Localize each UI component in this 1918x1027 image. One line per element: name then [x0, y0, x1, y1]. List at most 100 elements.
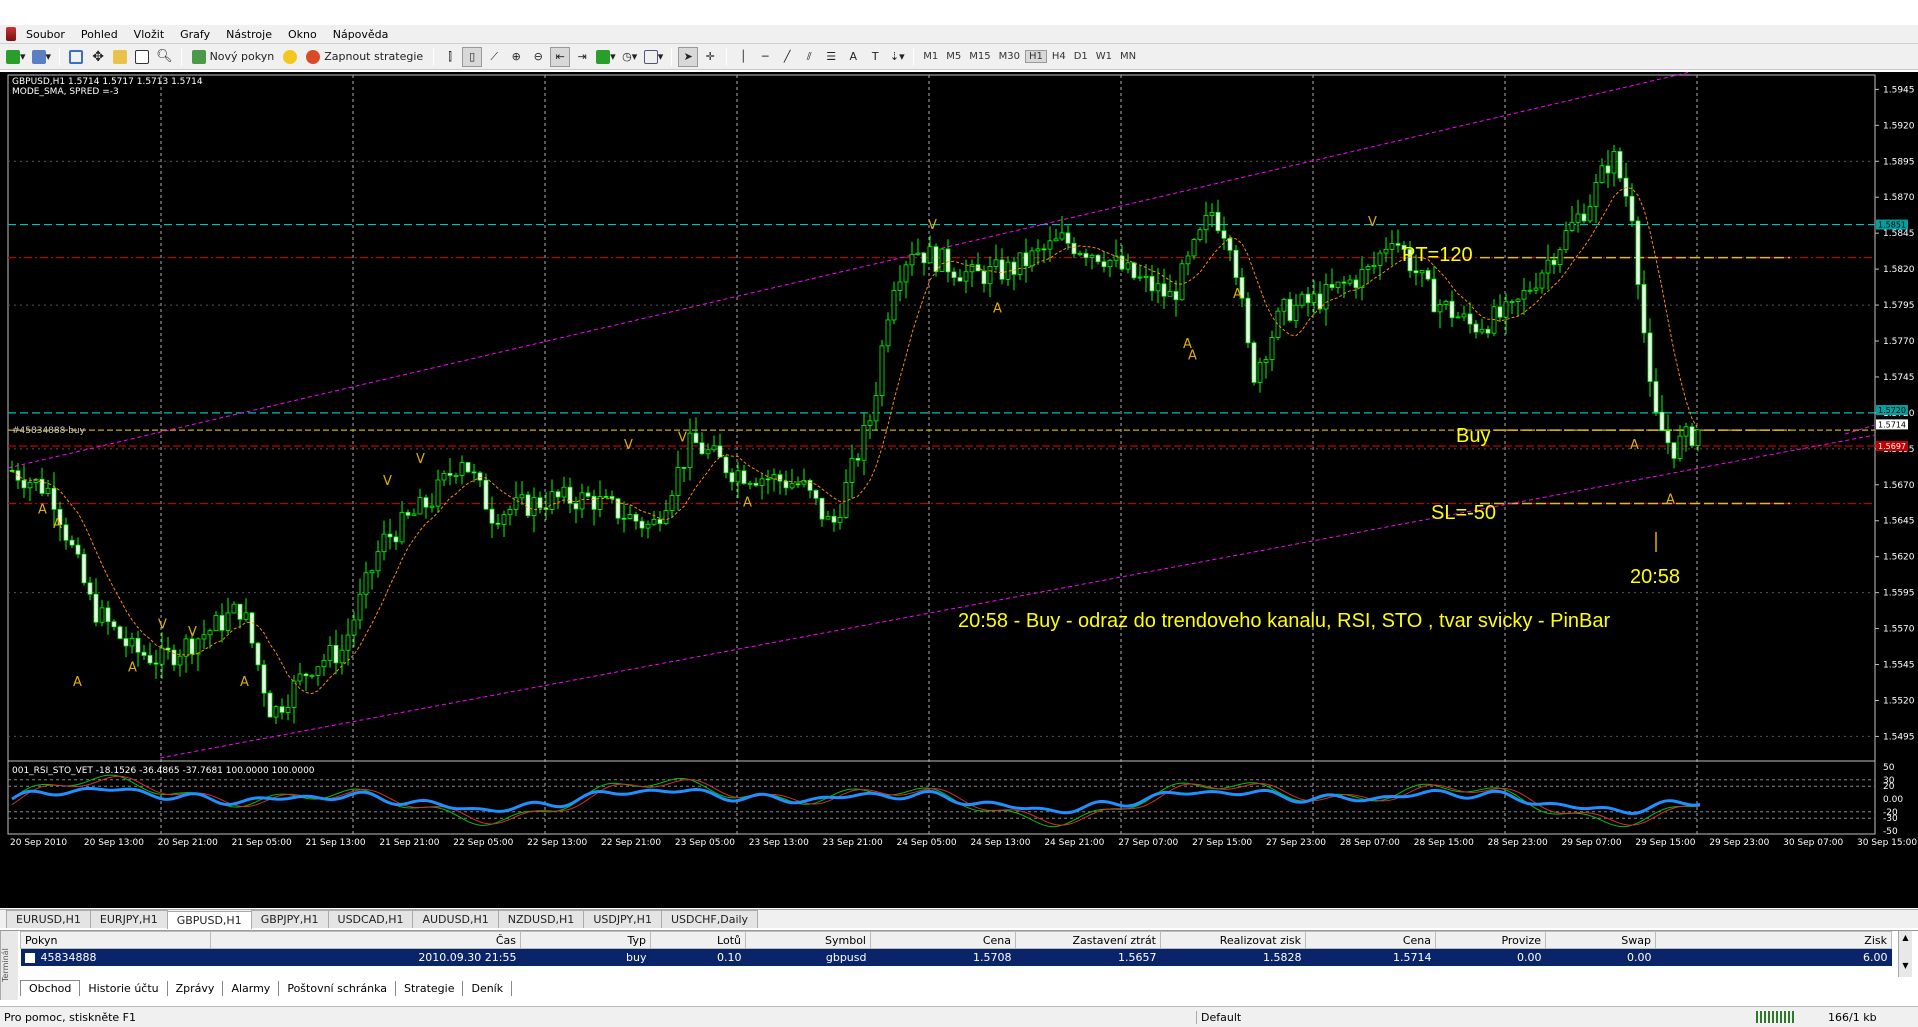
new-chart-icon[interactable]: ▾	[4, 47, 28, 67]
tab-zpravy[interactable]: Zprávy	[168, 980, 224, 996]
menu-pohled[interactable]: Pohled	[73, 28, 126, 41]
cell-order: 45834888	[20, 948, 211, 966]
price-chart[interactable]: 1.5945 1.5920 1.5895 1.5870 1.5845 1.5820 1.57…	[0, 71, 1918, 908]
tab-postovni-schranka[interactable]: Poštovní schránka	[279, 980, 397, 996]
new-order-button[interactable]: Nový pokyn	[188, 47, 279, 67]
col-price[interactable]: Cena	[870, 931, 1016, 949]
col-lots[interactable]: Lotů	[650, 931, 746, 949]
sl-annotation[interactable]: SL=-50	[1431, 502, 1496, 524]
menu-soubor[interactable]: Soubor	[18, 28, 73, 41]
col-order[interactable]: Pokyn	[20, 931, 211, 949]
trade-comment[interactable]: 20:58 - Buy - odraz do trendoveho kanalu…	[958, 610, 1610, 632]
chart-tab-eurjpy[interactable]: EURJPY,H1	[89, 910, 168, 928]
trendline-icon[interactable]: ╱	[777, 47, 797, 67]
chart-tab-usdjpy[interactable]: USDJPY,H1	[583, 910, 662, 928]
col-swap[interactable]: Swap	[1545, 931, 1656, 949]
col-time[interactable]: Čas	[210, 931, 521, 949]
chart-tab-nzdusd[interactable]: NZDUSD,H1	[497, 910, 585, 928]
vertical-line-icon[interactable]: │	[733, 47, 753, 67]
autoscroll-icon[interactable]: ⇥	[572, 47, 592, 67]
table-row[interactable]: 45834888 2010.09.30 21:55 buy 0.10 gbpus…	[20, 948, 1892, 966]
menu-grafy[interactable]: Grafy	[172, 28, 218, 41]
arrows-icon[interactable]: ⇣▾	[887, 47, 907, 67]
timeframe-m15[interactable]: M15	[966, 51, 993, 62]
text-icon[interactable]: A	[843, 47, 863, 67]
terminal-scrollbar[interactable]: ▲ ▼	[1898, 931, 1912, 977]
tab-denik[interactable]: Deník	[463, 980, 513, 996]
col-take-profit[interactable]: Realizovat zisk	[1160, 931, 1306, 949]
menu-nastroje[interactable]: Nástroje	[218, 28, 280, 41]
col-type[interactable]: Typ	[520, 931, 651, 949]
tab-strategie[interactable]: Strategie	[396, 980, 464, 996]
chart-shift-icon[interactable]: ⇤	[550, 46, 571, 67]
chart-tab-eurusd[interactable]: EURUSD,H1	[6, 910, 91, 928]
timeframe-d1[interactable]: D1	[1071, 51, 1091, 62]
col-symbol[interactable]: Symbol	[745, 931, 871, 949]
metaeditor-icon[interactable]	[280, 47, 300, 67]
trend-channel	[7, 71, 1876, 759]
candle-body	[1347, 279, 1353, 284]
time-tick-label: 28 Sep 07:00	[1340, 838, 1400, 848]
candle-body	[879, 345, 885, 396]
candle-body	[117, 626, 123, 639]
timeframe-mn[interactable]: MN	[1117, 51, 1139, 62]
terminal-side-label[interactable]: Terminál	[0, 931, 18, 1000]
bar-chart-icon[interactable]: ⫿	[440, 47, 460, 67]
pt-annotation[interactable]: PT=120	[1402, 244, 1473, 266]
timeframe-h1[interactable]: H1	[1024, 50, 1047, 63]
navigator-icon[interactable]	[110, 47, 130, 67]
chart-tab-usdchf[interactable]: USDCHF,Daily	[660, 910, 759, 928]
timeframe-m5[interactable]: M5	[943, 51, 964, 62]
chart-tab-gbpjpy[interactable]: GBPJPY,H1	[250, 910, 329, 928]
order-line-label[interactable]: #45834888 buy	[12, 426, 86, 436]
time-tick-label: 29 Sep 23:00	[1709, 838, 1769, 848]
timeframe-w1[interactable]: W1	[1093, 51, 1115, 62]
chart-tab-usdcad[interactable]: USDCAD,H1	[327, 910, 414, 928]
channel-icon[interactable]: ⫽	[799, 47, 819, 67]
buy-signal-marker: A	[128, 661, 137, 676]
status-traffic: 166/1 kb	[1828, 1010, 1877, 1024]
menu-vlozit[interactable]: Vložit	[126, 28, 172, 41]
time-annotation[interactable]: 20:58	[1630, 566, 1680, 588]
zoom-out-icon[interactable]: ⊖	[528, 47, 548, 67]
chart-tab-audusd[interactable]: AUDUSD,H1	[412, 910, 499, 928]
crosshair-icon[interactable]: ✛	[700, 47, 720, 67]
fibonacci-icon[interactable]: ☰	[821, 47, 841, 67]
col-stop-loss[interactable]: Zastavení ztrát	[1015, 931, 1161, 949]
col-commission[interactable]: Provize	[1435, 931, 1546, 949]
col-current-price[interactable]: Cena	[1305, 931, 1436, 949]
tab-alarmy[interactable]: Alarmy	[223, 980, 280, 996]
candlestick-icon[interactable]: ▯	[462, 46, 483, 67]
tab-historie[interactable]: Historie účtu	[80, 980, 168, 996]
data-window-icon[interactable]: ✥	[88, 47, 108, 67]
timeframe-h4[interactable]: H4	[1049, 51, 1069, 62]
horizontal-line-icon[interactable]: ─	[755, 47, 775, 67]
candle-body	[927, 246, 933, 264]
app-icon[interactable]	[6, 27, 16, 41]
templates-icon[interactable]: ▾	[642, 47, 666, 67]
timeframe-m1[interactable]: M1	[920, 51, 941, 62]
text-label-icon[interactable]: T	[865, 47, 885, 67]
autotrading-button[interactable]: Zapnout strategie	[302, 47, 427, 67]
candle-body	[711, 445, 717, 451]
tab-obchod[interactable]: Obchod	[20, 980, 81, 996]
timeframe-m30[interactable]: M30	[996, 51, 1023, 62]
market-watch-icon[interactable]	[66, 47, 86, 67]
menu-napoveda[interactable]: Nápověda	[325, 28, 397, 41]
candle-body	[999, 259, 1005, 280]
periods-icon[interactable]: ◷▾	[620, 47, 640, 67]
tester-icon[interactable]: 🔍︎	[154, 47, 175, 67]
terminal-icon[interactable]	[132, 47, 152, 67]
profiles-icon[interactable]: ▾	[30, 47, 54, 67]
buy-annotation[interactable]: Buy	[1456, 425, 1490, 447]
chart-window[interactable]: 1.5945 1.5920 1.5895 1.5870 1.5845 1.5820 1.57…	[0, 71, 1918, 908]
line-chart-icon[interactable]: ⟋	[484, 47, 504, 67]
indicators-icon[interactable]: ▾	[594, 47, 618, 67]
sell-signal-marker: V	[1368, 215, 1377, 230]
candle-body	[189, 638, 195, 655]
chart-tab-gbpusd[interactable]: GBPUSD,H1	[166, 911, 252, 929]
zoom-in-icon[interactable]: ⊕	[506, 47, 526, 67]
menu-okno[interactable]: Okno	[280, 28, 325, 41]
cursor-icon[interactable]: ➤	[678, 46, 699, 67]
col-profit[interactable]: Zisk	[1655, 931, 1892, 949]
